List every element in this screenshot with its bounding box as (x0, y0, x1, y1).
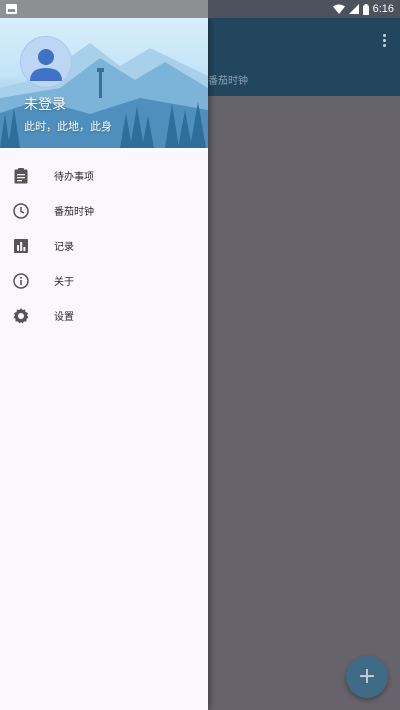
clipboard-icon (12, 167, 30, 185)
drawer-item-todo[interactable]: 待办事项 (0, 158, 208, 193)
navigation-drawer: 未登录 此时，此地，此身 待办事项 番茄时钟 记录 关于 设置 (0, 18, 208, 710)
drawer-item-label: 设置 (54, 312, 74, 323)
username-label[interactable]: 未登录 (24, 94, 66, 114)
header-subtitle: 此时，此地，此身 (24, 120, 112, 133)
drawer-item-label: 待办事项 (54, 172, 94, 183)
add-fab-button[interactable]: + (346, 656, 388, 698)
plus-icon: + (357, 664, 377, 689)
status-bar: 6:16 (0, 0, 400, 18)
battery-icon (362, 3, 369, 15)
drawer-item-about[interactable]: 关于 (0, 263, 208, 298)
drawer-item-label: 关于 (54, 277, 74, 288)
clock-icon (12, 202, 30, 220)
drawer-item-settings[interactable]: 设置 (0, 298, 208, 333)
gear-icon (12, 307, 30, 325)
status-bar-left (0, 0, 208, 18)
drawer-item-records[interactable]: 记录 (0, 228, 208, 263)
avatar[interactable] (20, 36, 72, 88)
info-icon (12, 272, 30, 290)
status-icons: 6:16 (332, 0, 394, 18)
app-toolbar: 番茄时钟 (208, 18, 400, 96)
overflow-menu-icon[interactable] (383, 34, 386, 48)
drawer-header: 未登录 此时，此地，此身 (0, 18, 208, 148)
person-icon (30, 49, 62, 81)
wifi-icon (332, 4, 345, 14)
drawer-item-label: 记录 (54, 242, 74, 253)
drawer-item-pomodoro[interactable]: 番茄时钟 (0, 193, 208, 228)
bar-chart-icon (12, 237, 30, 255)
drawer-menu: 待办事项 番茄时钟 记录 关于 设置 (0, 158, 208, 333)
notification-icon (6, 4, 17, 14)
app-content-scrim[interactable]: 番茄时钟 + (208, 18, 400, 710)
status-time: 6:16 (372, 3, 394, 15)
drawer-item-label: 番茄时钟 (54, 207, 94, 218)
signal-icon (348, 4, 359, 14)
toolbar-title: 番茄时钟 (208, 76, 248, 87)
